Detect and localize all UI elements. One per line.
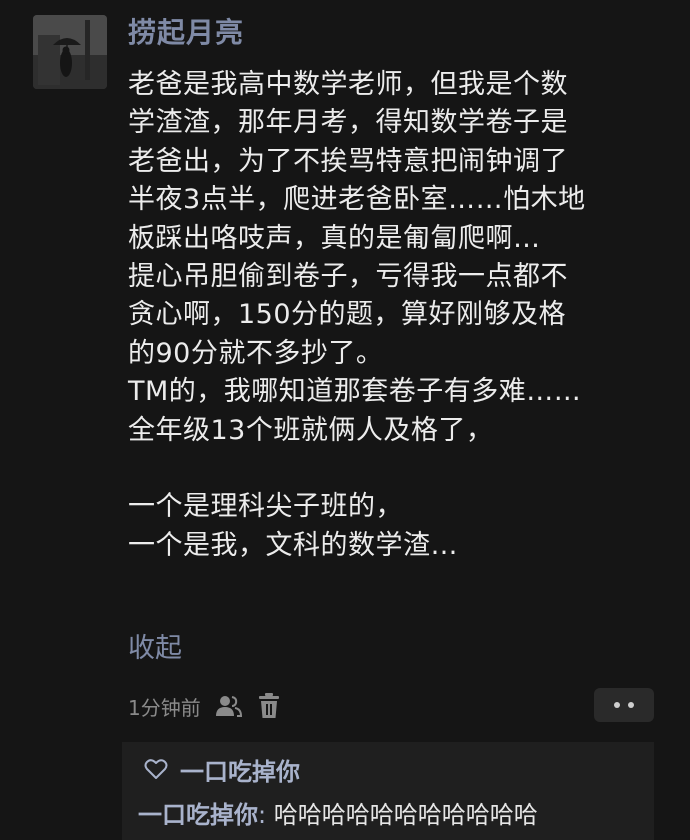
more-button[interactable] bbox=[594, 688, 654, 722]
avatar[interactable] bbox=[33, 15, 107, 89]
post-time: 1分钟前 bbox=[128, 695, 201, 720]
post-content-line bbox=[128, 450, 668, 488]
post-author-name[interactable]: 捞起月亮 bbox=[128, 14, 244, 52]
comment-text: 哈哈哈哈哈哈哈哈哈哈哈 bbox=[266, 801, 538, 829]
comment-author[interactable]: 一口吃掉你 bbox=[138, 801, 258, 829]
post-content-line: 的90分就不多抄了。 bbox=[128, 337, 384, 369]
comments-panel: 一口吃掉你 一口吃掉你: 哈哈哈哈哈哈哈哈哈哈哈 bbox=[122, 742, 654, 840]
post-content-line: TM的，我哪知道那套卷子有多难…… bbox=[128, 376, 582, 408]
post-content-line: 老爸是我高中数学老师，但我是个数 bbox=[128, 69, 568, 100]
post-content-line: 提心吊胆偷到卷子，亏得我一点都不 bbox=[128, 260, 568, 292]
post-content-line: 板踩出咯吱声，真的是匍匐爬啊… bbox=[128, 222, 541, 254]
collapse-link[interactable]: 收起 bbox=[128, 630, 182, 668]
post-content: 老爸是我高中数学老师，但我是个数 学渣渣，那年月考，得知数学卷子是 老爸出，为了… bbox=[128, 66, 668, 565]
post-content-line: 半夜3点半，爬进老爸卧室……怕木地 bbox=[128, 184, 586, 216]
post-content-line: 老爸出，为了不挨骂特意把闹钟调了 bbox=[128, 145, 568, 177]
comment-separator: : bbox=[258, 801, 267, 829]
moments-post: 捞起月亮 老爸是我高中数学老师，但我是个数 学渣渣，那年月考，得知数学卷子是 老… bbox=[0, 0, 690, 840]
post-content-line: 学渣渣，那年月考，得知数学卷子是 bbox=[128, 107, 568, 139]
more-dots-icon bbox=[614, 702, 620, 708]
friends-icon[interactable] bbox=[215, 694, 243, 718]
more-dots-icon bbox=[628, 702, 634, 708]
post-content-line: 贪心啊，150分的题，算好刚够及格 bbox=[128, 299, 567, 331]
avatar-image bbox=[33, 15, 107, 89]
liker-name[interactable]: 一口吃掉你 bbox=[180, 752, 300, 787]
post-meta: 1分钟前 bbox=[128, 688, 281, 724]
heart-icon bbox=[144, 759, 168, 779]
post-content-line: 一个是我，文科的数学渣… bbox=[128, 529, 458, 561]
likes-row: 一口吃掉你 bbox=[144, 752, 300, 786]
post-content-line: 全年级13个班就俩人及格了， bbox=[128, 414, 494, 446]
comment-item[interactable]: 一口吃掉你: 哈哈哈哈哈哈哈哈哈哈哈 bbox=[138, 798, 538, 832]
trash-icon[interactable] bbox=[257, 693, 281, 719]
post-content-line: 一个是理科尖子班的， bbox=[128, 491, 403, 523]
